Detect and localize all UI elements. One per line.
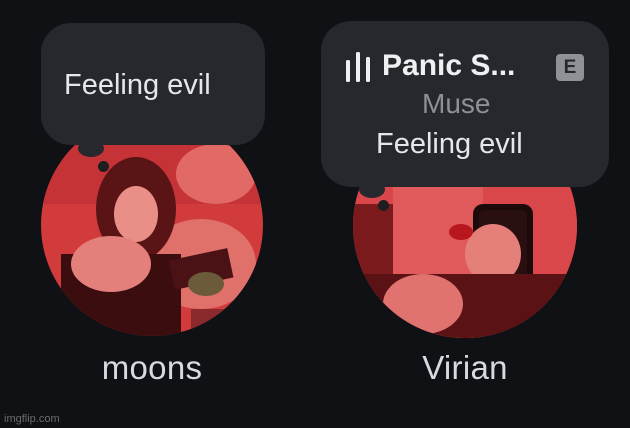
friend-avatar-moons[interactable]: [41, 114, 263, 336]
friend-name[interactable]: Virian: [353, 346, 577, 390]
song-title[interactable]: Panic S...: [382, 47, 515, 85]
explicit-badge: E: [556, 54, 584, 81]
music-bars-icon: [346, 52, 370, 82]
avatar-photo: [41, 114, 263, 336]
bubble-tail: [78, 140, 104, 157]
note-text: Feeling evil: [376, 128, 523, 160]
song-artist: Muse: [422, 88, 491, 119]
bubble-tail: [378, 200, 389, 211]
bubble-tail: [98, 161, 109, 172]
watermark: imgflip.com: [4, 413, 60, 425]
notes-screen: Feeling evil Panic S... E Muse Feeling e…: [0, 0, 630, 428]
note-text: Feeling evil: [64, 69, 211, 101]
bubble-tail: [359, 181, 385, 198]
friend-name[interactable]: moons: [40, 346, 264, 390]
